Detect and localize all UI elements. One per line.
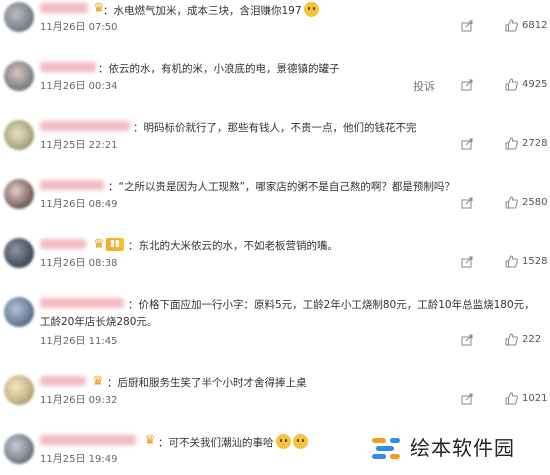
comment-text-line: ：后厨和服务生笑了半个小时才舍得捧上桌 [107,377,307,389]
watermark-logo-icon [372,438,400,459]
comment-list: ♛ ：水电燃气加米，成本三块，含泪赚你197 11月26日 07:50 6812… [0,0,550,475]
comment-item: ♛ ：水电燃气加米，成本三块，含泪赚你197 11月26日 07:50 6812 [0,2,550,52]
comment-item: ：价格下面应加一行小字：原料5元，工龄2年小工烧制80元，工龄10年总监烧180… [0,297,550,357]
avatar[interactable] [4,2,34,32]
comment-time: 11月26日 07:50 [40,22,118,33]
crown-icon: ♛ [93,237,105,252]
comment-text-line: ：“之所以贵是因为人工现熬”，哪家店的粥不是自己熬的啊？都是预制吗？ [108,181,455,193]
crown-icon: ♛ [92,374,104,389]
avatar[interactable] [4,120,34,150]
comment-text-line: ：东北的大米依云的水，不如老板营销的嘴。 [128,240,338,252]
comment-text: ：可不关我们潮汕的事哈 [158,434,308,451]
comment-time: 11月26日 09:32 [40,395,118,406]
comment-item: ：“之所以贵是因为人工现熬”，哪家店的粥不是自己熬的啊？都是预制吗？ 11月26… [0,179,550,229]
comment-time: 11月25日 19:49 [40,454,118,465]
comment-text-line: 工龄20年店长烧280元。 [40,316,158,328]
like-icon[interactable] [505,196,518,209]
comment-time: 11月26日 08:49 [40,199,118,210]
comment-text-line: ：水电燃气加米，成本三块，含泪赚你197 [103,5,302,17]
comment-text: ：价格下面应加一行小字：原料5元，工龄2年小工烧制80元，工龄10年总监烧180… [128,297,535,313]
share-icon[interactable] [461,334,473,346]
comment-item: ：依云的水，有机的米，小浪底的电，景德镇的罐子 11月26日 00:34 投诉 … [0,61,550,111]
username-blurred[interactable] [40,298,124,308]
like-count: 1528 [522,256,548,267]
avatar[interactable] [4,61,34,91]
avatar[interactable] [4,297,34,327]
like-icon[interactable] [505,392,518,405]
share-icon[interactable] [461,393,473,405]
like-count: 1021 [522,393,548,404]
username-blurred[interactable] [40,239,86,249]
comment-item: ♛ ▮▮ ：东北的大米依云的水，不如老板营销的嘴。 11月26日 08:38 1… [0,238,550,288]
comment-item: ♛ ：后厨和服务生笑了半个小时才舍得捧上桌 11月26日 09:32 1021 [0,375,550,425]
share-icon[interactable] [461,197,473,209]
username-blurred[interactable] [40,3,88,13]
comment-text: ：后厨和服务生笑了半个小时才舍得捧上桌 [107,375,307,391]
like-icon[interactable] [505,255,518,268]
share-icon[interactable] [461,79,473,91]
username-blurred[interactable] [40,376,86,386]
like-icon[interactable] [505,19,518,32]
like-icon[interactable] [505,78,518,91]
avatar[interactable] [4,434,34,464]
comment-time: 11月26日 11:45 [40,336,118,347]
avatar[interactable] [4,179,34,209]
share-icon[interactable] [461,138,473,150]
comment-time: 11月25日 22:21 [40,140,118,151]
share-icon[interactable] [461,256,473,268]
comment-text-line: ：可不关我们潮汕的事哈 [158,437,274,449]
avatar[interactable] [4,375,34,405]
crown-icon: ♛ [144,433,156,448]
like-count: 2580 [522,197,548,208]
username-blurred[interactable] [40,121,130,131]
username-blurred[interactable] [40,62,96,72]
username-blurred[interactable] [40,435,136,445]
like-count: 4925 [522,79,548,90]
comment-text-line: ：价格下面应加一行小字：原料5元，工龄2年小工烧制80元，工龄10年总监烧180… [128,299,535,311]
comment-text-line: ：依云的水，有机的米，小浪底的电，景德镇的罐子 [98,63,340,75]
level-badge: ▮▮ [106,238,124,251]
watermark-text: 绘本软件园 [410,436,515,460]
comment-text: ：“之所以贵是因为人工现熬”，哪家店的粥不是自己熬的啊？都是预制吗？ [108,179,455,195]
username-blurred[interactable] [40,180,104,190]
comment-time: 11月26日 00:34 [40,81,118,92]
emoji-icon [275,434,291,449]
comment-text: ：东北的大米依云的水，不如老板营销的嘴。 [128,238,338,254]
like-count: 2728 [522,138,548,149]
avatar[interactable] [4,238,34,268]
comment-text: ：依云的水，有机的米，小浪底的电，景德镇的罐子 [98,61,340,77]
emoji-icon [292,434,308,449]
emoji-icon [303,2,319,17]
comment-text-continued: 工龄20年店长烧280元。 [40,314,157,330]
comment-text: ：水电燃气加米，成本三块，含泪赚你197 [103,2,319,19]
comment-text-line: ：明码标价就行了，那些有钱人，不贵一点，他们的钱花不完 [133,122,417,134]
like-count: 222 [522,334,542,345]
like-icon[interactable] [505,333,518,346]
comment-item: ：明码标价就行了，那些有钱人，不贵一点，他们的钱花不完 11月25日 22:21… [0,120,550,170]
report-link[interactable]: 投诉 [413,78,435,94]
like-icon[interactable] [505,137,518,150]
watermark: 绘本软件园 [350,422,550,475]
comment-time: 11月26日 08:38 [40,258,118,269]
like-count: 6812 [522,20,548,31]
comment-text: ：明码标价就行了，那些有钱人，不贵一点，他们的钱花不完 [133,120,417,136]
share-icon[interactable] [461,20,473,32]
